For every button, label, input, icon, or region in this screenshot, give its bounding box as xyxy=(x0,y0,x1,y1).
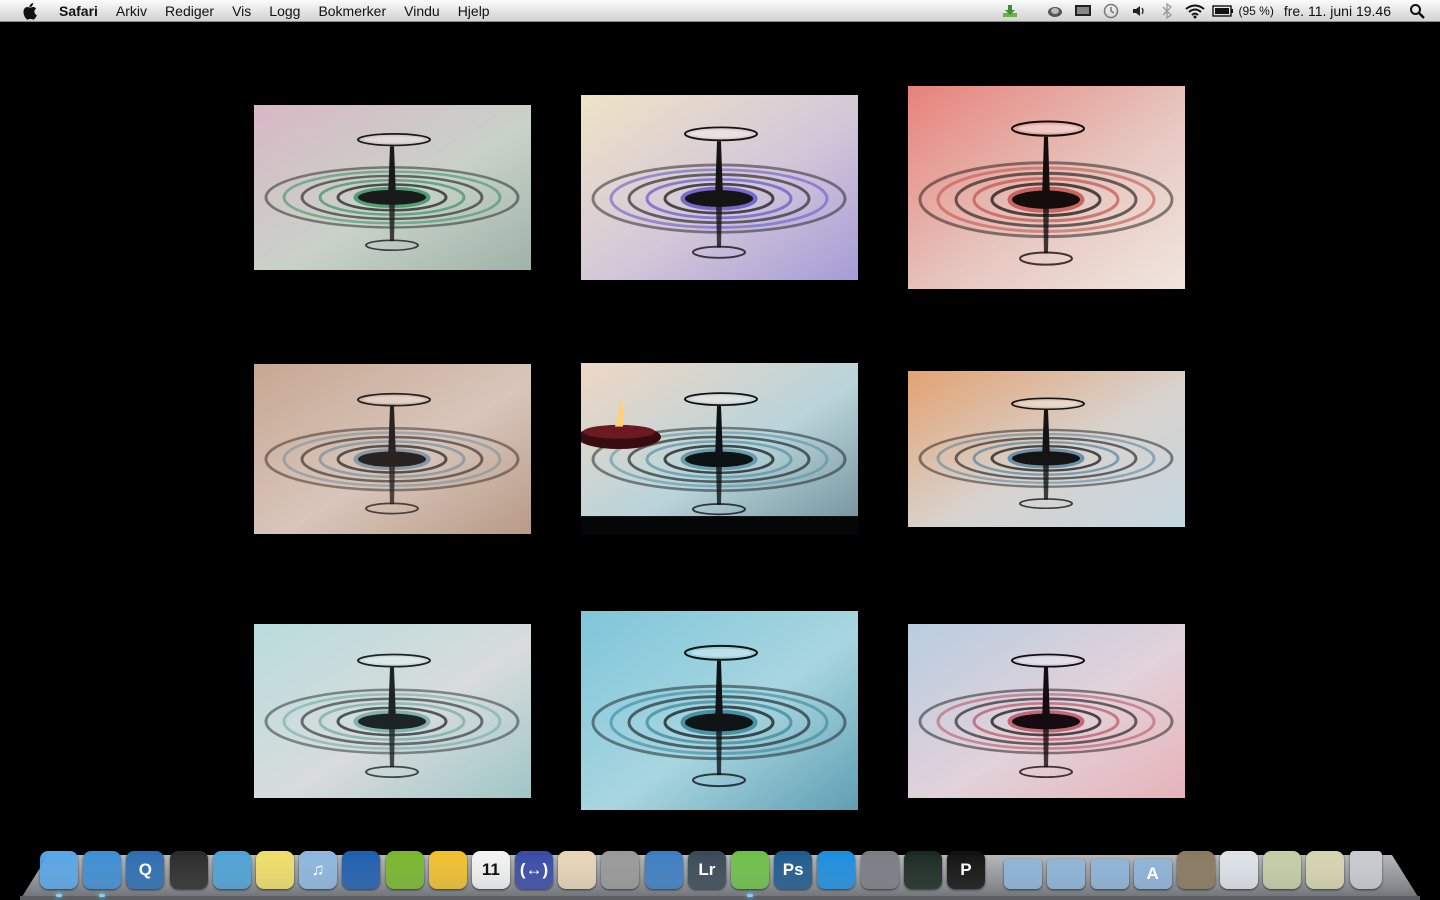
photoshop-icon[interactable]: Ps xyxy=(774,851,813,889)
menu-logg[interactable]: Logg xyxy=(260,0,309,22)
menu-bar: Safari Arkiv Rediger Vis Logg Bokmerker … xyxy=(0,0,1440,22)
menu-bokmerker[interactable]: Bokmerker xyxy=(309,0,395,22)
dock-item-label: P xyxy=(960,860,972,879)
battery-percent: (95 %) xyxy=(1238,4,1274,18)
menu-arkiv[interactable]: Arkiv xyxy=(107,0,156,22)
remote-icon[interactable] xyxy=(731,851,769,897)
document-stack-icon[interactable] xyxy=(1220,851,1259,889)
stickies-icon[interactable] xyxy=(255,851,294,889)
trash-icon[interactable] xyxy=(1349,851,1382,889)
bluetooth-icon[interactable] xyxy=(1156,0,1178,22)
dock-item-label: (↔) xyxy=(519,860,549,879)
clapper-icon[interactable] xyxy=(169,851,208,889)
system-preferences-icon[interactable] xyxy=(860,851,899,889)
arrows-app-icon[interactable]: (↔) xyxy=(515,851,554,889)
folder-icon[interactable] xyxy=(1004,859,1043,889)
activity-monitor-icon[interactable] xyxy=(903,851,942,889)
dock-item-label: 11 xyxy=(481,860,500,879)
download-icon[interactable] xyxy=(999,0,1021,22)
photo-drop-4[interactable] xyxy=(254,364,531,534)
popcorn-icon[interactable] xyxy=(558,851,597,889)
wifi-icon[interactable] xyxy=(1184,0,1206,22)
ical-icon[interactable]: 11 xyxy=(471,851,510,889)
photo-drop-1[interactable] xyxy=(254,105,531,270)
volume-icon[interactable] xyxy=(1128,0,1150,22)
finder-icon[interactable] xyxy=(40,851,78,897)
folder-icon[interactable] xyxy=(1047,859,1086,889)
itunes-icon[interactable]: ♫ xyxy=(299,851,338,889)
time-machine-icon[interactable] xyxy=(1100,0,1122,22)
dock-edge xyxy=(20,896,1420,900)
menu-vindu[interactable]: Vindu xyxy=(395,0,449,22)
photo-drop-5-candle[interactable] xyxy=(581,363,858,535)
photo-drop-9[interactable] xyxy=(908,624,1185,798)
photo-drop-8[interactable] xyxy=(581,611,858,810)
dock-item-label: Lr xyxy=(698,860,716,879)
dock: Q ♫ 11 (↔) Lr Ps P A xyxy=(40,843,1387,897)
photo-drop-6[interactable] xyxy=(908,371,1185,527)
folder-icon[interactable] xyxy=(1090,859,1129,889)
menu-hjelp[interactable]: Hjelp xyxy=(449,0,499,22)
menu-rediger[interactable]: Rediger xyxy=(156,0,223,22)
calculator-icon[interactable] xyxy=(601,851,640,889)
menu-app-name[interactable]: Safari xyxy=(50,0,107,22)
battery-icon[interactable] xyxy=(1211,0,1234,22)
google-earth-icon[interactable] xyxy=(342,851,381,889)
messenger-icon[interactable] xyxy=(212,851,251,889)
yahoo-messenger-icon[interactable] xyxy=(428,851,467,889)
menu-vis[interactable]: Vis xyxy=(223,0,260,22)
spotlight-search-icon[interactable] xyxy=(1406,0,1428,22)
lightroom-icon[interactable]: Lr xyxy=(687,851,726,889)
p-app-icon[interactable]: P xyxy=(946,851,985,889)
clock[interactable]: fre. 11. juni 19.46 xyxy=(1284,3,1391,19)
document-stack-icon[interactable] xyxy=(1306,851,1345,889)
spotify-icon[interactable] xyxy=(385,851,424,889)
dock-item-label: Q xyxy=(138,860,152,879)
photo-drop-2[interactable] xyxy=(581,95,858,280)
display-icon[interactable] xyxy=(1072,0,1094,22)
teamviewer-icon[interactable] xyxy=(817,851,856,889)
applications-folder-icon[interactable]: A xyxy=(1133,859,1172,889)
document-stack-icon[interactable] xyxy=(1176,851,1215,889)
dock-separator xyxy=(990,849,998,889)
eject-icon[interactable] xyxy=(1044,0,1066,22)
document-stack-icon[interactable] xyxy=(1263,851,1302,889)
photo-drop-7[interactable] xyxy=(254,624,531,798)
apple-icon[interactable] xyxy=(18,0,40,22)
dock-item-label: ♫ xyxy=(311,860,325,879)
photo-drop-3[interactable] xyxy=(908,86,1185,289)
dock-item-label: Ps xyxy=(782,860,804,879)
safari-icon[interactable] xyxy=(83,851,122,897)
quicktime-icon[interactable]: Q xyxy=(126,851,165,889)
dock-item-label: A xyxy=(1146,864,1159,883)
office-icon[interactable] xyxy=(644,851,683,889)
